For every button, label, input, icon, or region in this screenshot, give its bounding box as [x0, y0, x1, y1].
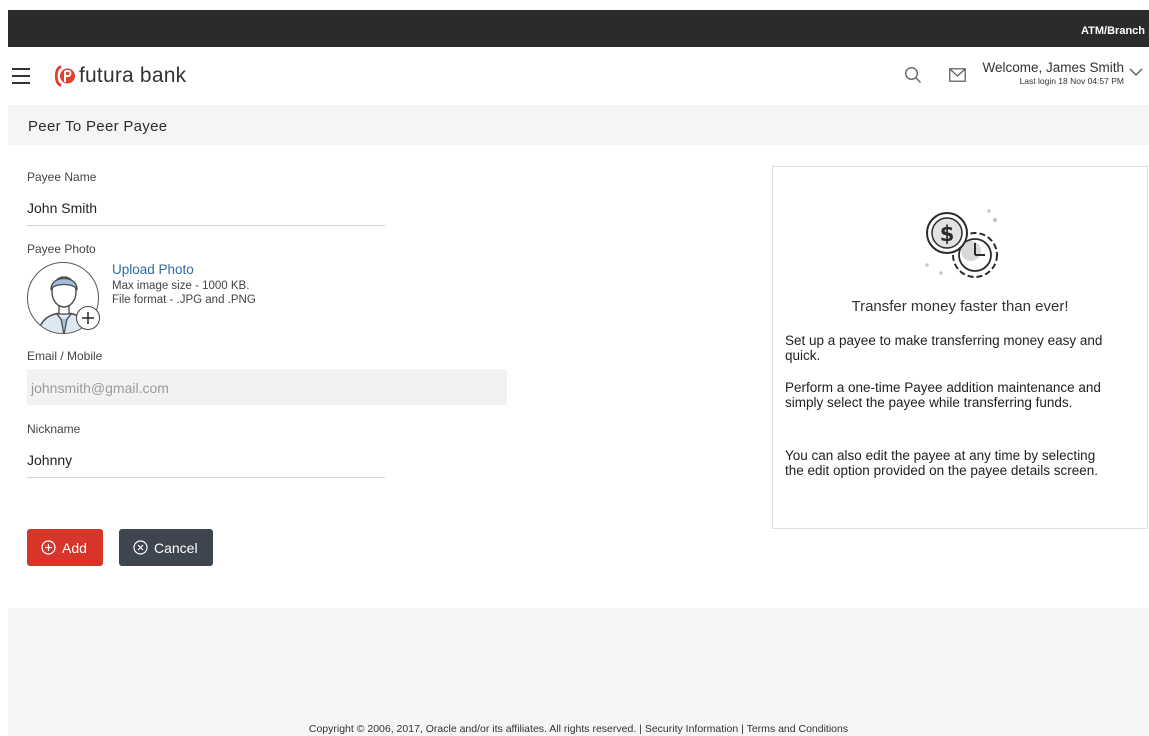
brand-logo[interactable]: futura bank	[54, 62, 186, 90]
header: futura bank Welcome, James Smith Last lo…	[8, 47, 1149, 105]
cancel-circle-icon	[133, 540, 148, 555]
email-mobile-label: Email / Mobile	[27, 349, 103, 363]
chevron-down-icon[interactable]	[1129, 67, 1143, 77]
add-button[interactable]: Add	[27, 529, 103, 566]
info-paragraph: Set up a payee to make transferring mone…	[785, 333, 1103, 363]
nickname-underline	[27, 477, 385, 478]
file-format-text: File format - .JPG and .PNG	[112, 294, 256, 306]
copyright-text: Copyright © 2006, 2017, Oracle and/or it…	[308, 723, 637, 735]
plus-icon	[82, 312, 94, 324]
footer-text: Copyright © 2006, 2017, Oracle and/or it…	[8, 723, 1149, 735]
page-header: Peer To Peer Payee	[8, 105, 1149, 145]
page-title: Peer To Peer Payee	[28, 118, 168, 135]
payee-name-label: Payee Name	[27, 170, 97, 184]
info-paragraph: You can also edit the payee at any time …	[785, 448, 1098, 478]
footer-separator: |	[636, 723, 645, 735]
max-image-size-text: Max image size - 1000 KB.	[112, 280, 250, 292]
security-information-link[interactable]: Security Information	[645, 723, 738, 735]
top-bar: ATM/Branch	[8, 10, 1149, 47]
add-button-label: Add	[62, 539, 87, 556]
brand-name: futura bank	[79, 64, 187, 87]
email-mobile-input[interactable]: johnsmith@gmail.com	[27, 369, 507, 405]
cancel-button-label: Cancel	[154, 539, 198, 556]
nickname-input[interactable]: Johnny	[27, 452, 72, 468]
money-clock-icon: $	[925, 209, 998, 278]
terms-conditions-link[interactable]: Terms and Conditions	[747, 723, 849, 735]
payee-name-underline	[27, 225, 385, 226]
footer: Copyright © 2006, 2017, Oracle and/or it…	[8, 608, 1149, 736]
info-paragraph: Perform a one-time Payee addition mainte…	[785, 380, 1101, 410]
upload-photo-link[interactable]: Upload Photo	[112, 262, 194, 277]
add-photo-button[interactable]	[76, 306, 100, 330]
info-card: $ Transfer money faster than ever! Set u…	[772, 166, 1148, 529]
payee-name-input[interactable]: John Smith	[27, 200, 97, 216]
nickname-label: Nickname	[27, 422, 81, 436]
footer-separator: |	[738, 723, 747, 735]
menu-icon[interactable]	[12, 68, 30, 84]
logo-icon	[54, 65, 75, 87]
svg-text:$: $	[940, 222, 955, 246]
search-icon[interactable]	[904, 66, 922, 84]
mail-icon[interactable]	[949, 68, 966, 82]
info-card-title: Transfer money faster than ever!	[851, 298, 1069, 315]
atm-branch-link[interactable]: ATM/Branch	[1081, 25, 1145, 37]
user-menu[interactable]: Welcome, James Smith Last login 18 Nov 0…	[974, 60, 1124, 86]
cancel-button[interactable]: Cancel	[119, 529, 213, 566]
last-login-text: Last login 18 Nov 04:57 PM	[1019, 76, 1124, 86]
add-circle-icon	[41, 540, 56, 555]
welcome-text: Welcome, James Smith	[982, 60, 1124, 75]
payee-photo-label: Payee Photo	[27, 242, 96, 256]
email-mobile-placeholder: johnsmith@gmail.com	[31, 380, 169, 396]
